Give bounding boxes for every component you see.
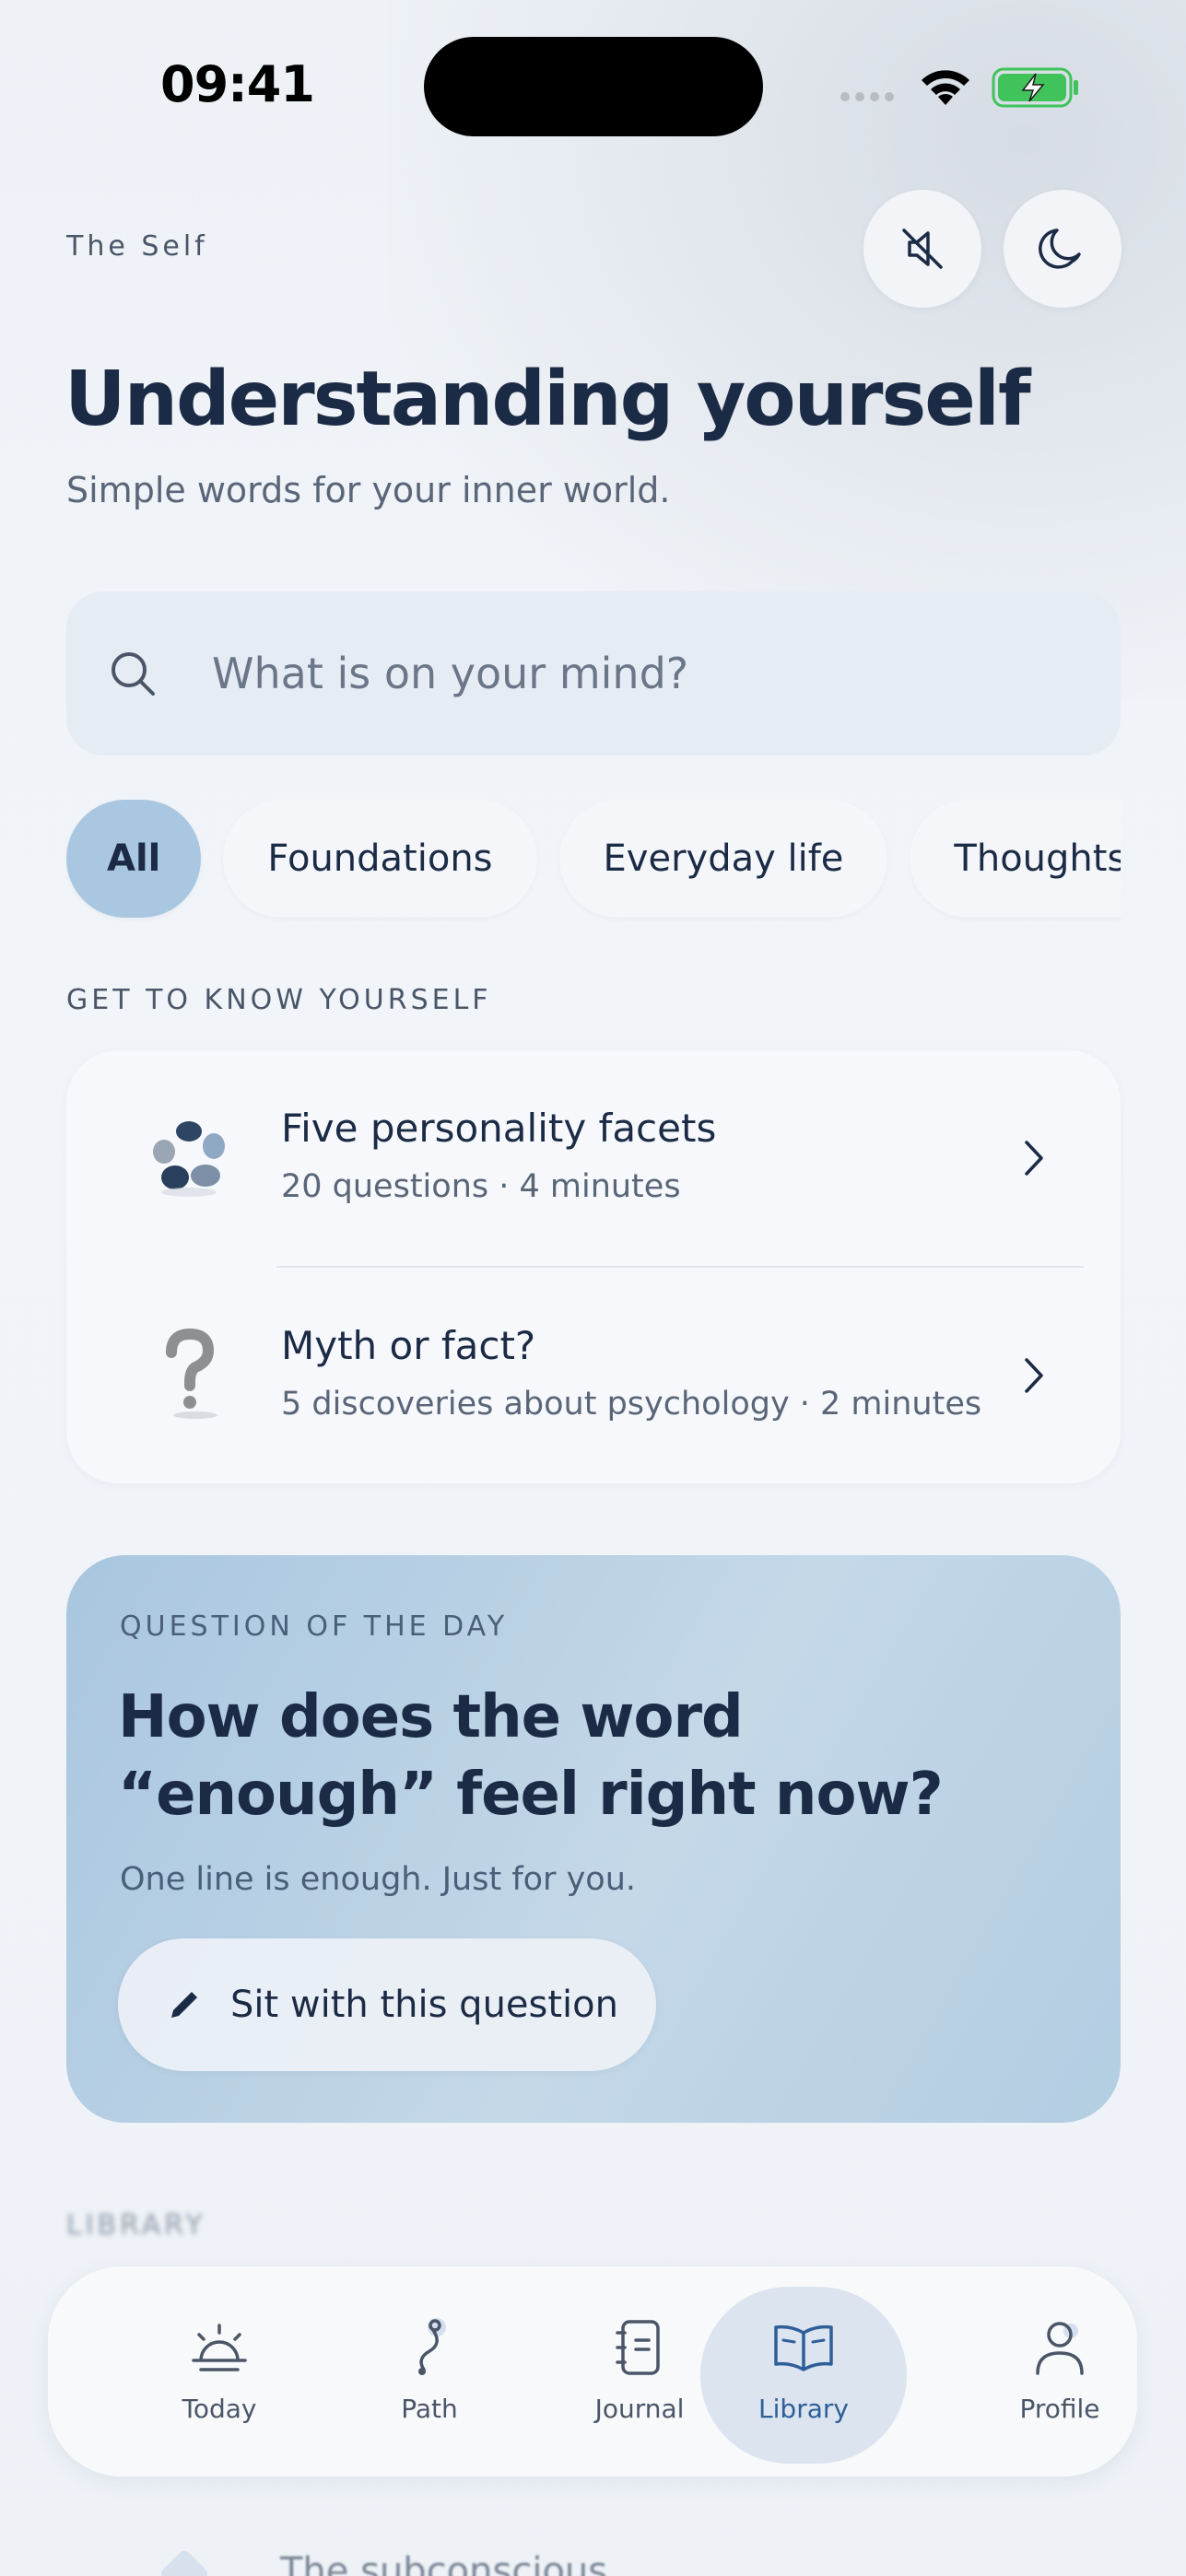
question-mark-icon bbox=[166, 1328, 217, 1419]
sunrise-icon bbox=[192, 2324, 247, 2371]
library-item-title[interactable]: The subconscious bbox=[280, 2550, 607, 2576]
list-item-myth-or-fact[interactable]: Myth or fact? 5 discoveries about psycho… bbox=[66, 1268, 1121, 1483]
tab-label: Today bbox=[182, 2394, 257, 2424]
tab-profile[interactable]: Profile bbox=[957, 2287, 1163, 2464]
tab-label: Journal bbox=[594, 2394, 685, 2424]
search-placeholder: What is on your mind? bbox=[212, 649, 689, 698]
section-label-library: LIBRARY bbox=[66, 2209, 206, 2242]
dynamic-island bbox=[424, 37, 763, 136]
chip-foundations[interactable]: Foundations bbox=[223, 800, 537, 918]
list-item-meta: 5 discoveries about psychology · 2 minut… bbox=[281, 1386, 982, 1423]
qotd-hint: One line is enough. Just for you. bbox=[120, 1861, 636, 1898]
sit-with-question-button[interactable]: Sit with this question bbox=[118, 1938, 656, 2071]
path-icon bbox=[418, 2318, 446, 2375]
section-eyebrow: The Self bbox=[66, 230, 208, 263]
chevron-right-icon bbox=[1025, 1358, 1043, 1393]
tab-today[interactable]: Today bbox=[116, 2287, 323, 2464]
open-book-icon bbox=[774, 2324, 833, 2371]
sit-with-question-label: Sit with this question bbox=[230, 1984, 618, 2026]
mute-button[interactable] bbox=[863, 190, 981, 308]
question-of-the-day-card: QUESTION OF THE DAY How does the word “e… bbox=[66, 1555, 1121, 2123]
tab-label: Profile bbox=[1019, 2394, 1100, 2424]
list-item-title: Five personality facets bbox=[281, 1106, 717, 1151]
library-item-icon bbox=[158, 2547, 211, 2576]
category-chips: All Foundations Everyday life Thoughts bbox=[66, 800, 1121, 921]
qotd-label: QUESTION OF THE DAY bbox=[120, 1610, 509, 1643]
status-time: 09:41 bbox=[160, 55, 315, 113]
pencil-icon bbox=[171, 1992, 197, 2018]
speaker-muted-icon bbox=[902, 228, 943, 269]
person-icon bbox=[1036, 2322, 1084, 2375]
stones-icon bbox=[153, 1121, 225, 1197]
list-item-title: Myth or fact? bbox=[281, 1323, 536, 1368]
tab-label: Library bbox=[758, 2394, 849, 2424]
page-title: Understanding yourself bbox=[65, 356, 1031, 443]
know-yourself-card: Five personality facets 20 questions · 4… bbox=[66, 1050, 1121, 1483]
chevron-right-icon bbox=[1025, 1141, 1043, 1176]
list-item-meta: 20 questions · 4 minutes bbox=[281, 1168, 681, 1205]
cellular-signal-icon bbox=[840, 92, 894, 101]
tab-path[interactable]: Path bbox=[326, 2287, 533, 2464]
notebook-icon bbox=[616, 2320, 660, 2375]
battery-charging-icon bbox=[992, 67, 1078, 108]
chip-everyday-life[interactable]: Everyday life bbox=[558, 800, 888, 918]
page-subtitle: Simple words for your inner world. bbox=[66, 470, 671, 510]
chip-thoughts[interactable]: Thoughts bbox=[910, 800, 1121, 918]
search-field[interactable]: What is on your mind? bbox=[66, 591, 1121, 755]
chip-all[interactable]: All bbox=[66, 800, 202, 918]
wifi-icon bbox=[922, 70, 969, 105]
search-icon bbox=[112, 652, 155, 696]
moon-icon bbox=[1039, 228, 1081, 269]
section-label-know-yourself: GET TO KNOW YOURSELF bbox=[66, 984, 492, 1016]
theme-toggle-button[interactable] bbox=[1004, 190, 1121, 308]
list-item-personality-facets[interactable]: Five personality facets 20 questions · 4… bbox=[66, 1050, 1121, 1268]
tab-library[interactable]: Library bbox=[700, 2287, 907, 2464]
tab-label: Path bbox=[401, 2394, 458, 2424]
tab-bar: Today Path Journal Library Profile bbox=[48, 2266, 1137, 2476]
qotd-question: How does the word “enough” feel right no… bbox=[118, 1683, 944, 1829]
